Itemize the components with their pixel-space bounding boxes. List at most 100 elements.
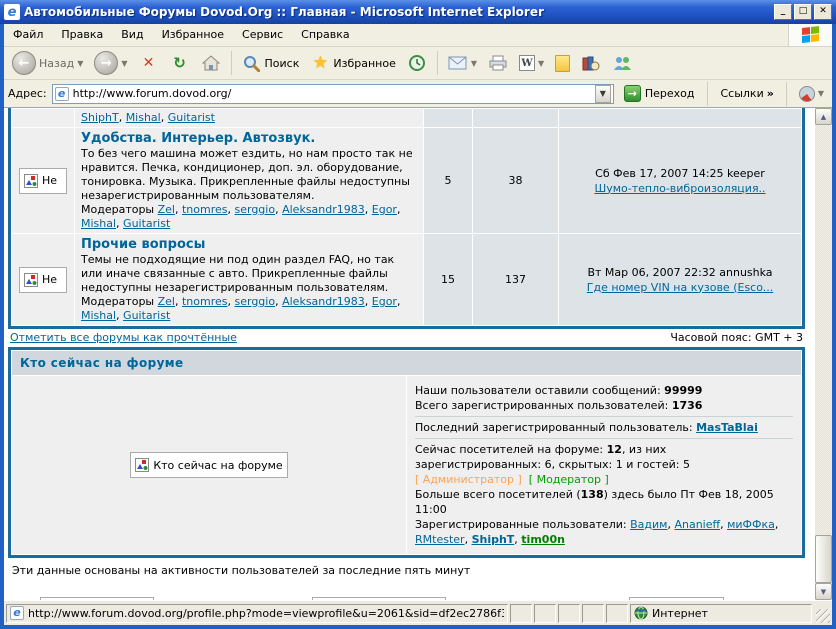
menu-help[interactable]: Справка — [292, 24, 358, 46]
mail-dropdown-icon[interactable]: ▼ — [471, 59, 477, 68]
research-button[interactable] — [577, 51, 605, 75]
moderator-link[interactable]: Guitarist — [123, 217, 170, 230]
moderator-link[interactable]: Mishal — [81, 309, 116, 322]
menu-favorites[interactable]: Избранное — [153, 24, 233, 46]
newest-user-group: Последний зарегистрированный пользовател… — [415, 416, 793, 438]
toolbar-separator — [231, 51, 232, 75]
resize-grip[interactable] — [816, 609, 830, 623]
go-button[interactable]: → Переход — [619, 84, 700, 103]
ie-app-icon: e — [4, 4, 20, 20]
minimize-button[interactable]: _ — [774, 4, 792, 20]
forum-description: То без чего машина может ездить, но нам … — [81, 147, 413, 202]
toolbar-separator — [437, 51, 438, 75]
scrollbar-thumb[interactable] — [815, 535, 832, 583]
menu-tools[interactable]: Сервис — [233, 24, 292, 46]
menu-edit[interactable]: Правка — [52, 24, 112, 46]
forum-title-link[interactable]: Прочие вопросы — [81, 237, 205, 252]
windows-flag-icon — [802, 26, 820, 44]
mail-icon — [448, 53, 468, 73]
forward-button[interactable]: → ▼ — [90, 49, 131, 77]
last-post-topic-link[interactable]: Где номер VIN на кузове (Esco... — [587, 281, 774, 294]
table-row-forum-other: Не Прочие вопросы Темы не подходящие ни … — [12, 234, 801, 325]
online-user-link[interactable]: Вадим — [630, 518, 667, 531]
print-icon — [488, 53, 508, 73]
who-is-online-broken-image: Кто сейчас на форуме — [130, 452, 287, 478]
moderator-link[interactable]: Guitarist — [123, 309, 170, 322]
maximize-button[interactable]: □ — [794, 4, 812, 20]
links-button[interactable]: Ссылки » — [716, 86, 777, 101]
moderator-link[interactable]: ShiphT — [81, 111, 119, 124]
online-user-link[interactable]: RMtester — [415, 533, 465, 546]
admin-legend[interactable]: [ Администратор ] — [415, 473, 522, 486]
last-post-time: Вт Мар 06, 2007 22:32 annushka — [587, 266, 772, 279]
forward-dropdown-icon[interactable]: ▼ — [121, 59, 127, 68]
online-user-link[interactable]: миФФка — [727, 518, 775, 531]
toolbar: ← Назад ▼ → ▼ ✕ ↻ Поиск ★ Избранное — [4, 47, 832, 80]
refresh-button[interactable]: ↻ — [166, 51, 194, 75]
menu-file[interactable]: Файл — [4, 24, 52, 46]
edit-with-word-button[interactable]: W ▼ — [515, 53, 548, 73]
moderator-link[interactable]: Aleksandr1983 — [282, 295, 365, 308]
newest-user-link[interactable]: MasTaBlai — [696, 421, 758, 434]
addressbar-separator — [786, 82, 787, 106]
moderator-link[interactable]: serggio — [235, 295, 276, 308]
scroll-down-button[interactable]: ▼ — [815, 583, 832, 600]
moderator-link[interactable]: Egor — [372, 295, 397, 308]
vertical-scrollbar[interactable]: ▲ ▼ — [815, 108, 832, 600]
scroll-up-button[interactable]: ▲ — [815, 108, 832, 125]
adobe-dropdown-icon[interactable]: ▼ — [818, 89, 824, 98]
moderator-link[interactable]: Zel — [158, 203, 175, 216]
search-button[interactable]: Поиск — [238, 51, 304, 75]
address-input[interactable]: e http://www.forum.dovod.org/ ▼ — [52, 84, 614, 104]
last-post-topic-link[interactable]: Шумо-тепло-виброизоляция.. — [594, 182, 765, 195]
posts-count: 137 — [473, 234, 558, 325]
discuss-button[interactable] — [551, 53, 574, 74]
messenger-button[interactable] — [608, 51, 636, 75]
table-row-forum-comfort: Не Удобства. Интерьер. Автозвук. То без … — [12, 128, 801, 233]
addressbar-separator — [707, 82, 708, 106]
history-button[interactable] — [403, 51, 431, 75]
stop-button[interactable]: ✕ — [135, 51, 163, 75]
adobe-pdf-button[interactable]: ▼ — [795, 84, 828, 104]
online-user-link[interactable]: Ananieff — [674, 518, 720, 531]
forum-title-link[interactable]: Удобства. Интерьер. Автозвук. — [81, 131, 315, 146]
links-chevron-icon[interactable]: » — [767, 87, 774, 100]
moderator-link[interactable]: Mishal — [126, 111, 161, 124]
forum-status-broken-image: Не — [19, 168, 67, 194]
stop-icon: ✕ — [139, 53, 159, 73]
mail-button[interactable]: ▼ — [444, 51, 481, 75]
online-user-link[interactable]: tim00n — [521, 533, 565, 546]
edit-dropdown-icon[interactable]: ▼ — [538, 59, 544, 68]
forum-page: ShiphT, Mishal, Guitarist Не Удобства — [4, 108, 815, 600]
who-is-online-box: Кто сейчас на форуме Кто сейчас на форум… — [8, 347, 805, 558]
back-button[interactable]: ← Назад ▼ — [8, 49, 87, 77]
moderator-link[interactable]: Guitarist — [168, 111, 215, 124]
favorites-star-icon: ★ — [310, 53, 330, 73]
online-count: 12 — [607, 443, 622, 456]
status-pane — [582, 604, 604, 623]
title-bar: e Автомобильные Форумы Dovod.Org :: Глав… — [0, 0, 836, 24]
page-ie-icon: e — [55, 87, 69, 101]
moderator-link[interactable]: serggio — [235, 203, 276, 216]
moderator-link[interactable]: tnomres — [182, 203, 228, 216]
close-button[interactable]: ✕ — [814, 4, 832, 20]
back-dropdown-icon[interactable]: ▼ — [77, 59, 83, 68]
menu-view[interactable]: Вид — [112, 24, 152, 46]
print-button[interactable] — [484, 51, 512, 75]
discuss-note-icon — [555, 55, 570, 72]
moderator-link[interactable]: tnomres — [182, 295, 228, 308]
moderator-link[interactable]: Mishal — [81, 217, 116, 230]
moderator-legend[interactable]: [ Модератор ] — [529, 473, 609, 486]
research-books-icon — [581, 53, 601, 73]
address-dropdown-icon[interactable]: ▼ — [595, 85, 611, 103]
favorites-button[interactable]: ★ Избранное — [306, 51, 399, 75]
online-user-link[interactable]: ShiphT — [472, 533, 515, 546]
home-button[interactable] — [197, 51, 225, 75]
legend-new-broken-image: Новые сообщения — [40, 597, 154, 600]
activity-note: Эти данные основаны на активности пользо… — [12, 564, 815, 577]
moderator-link[interactable]: Zel — [158, 295, 175, 308]
moderator-link[interactable]: Aleksandr1983 — [282, 203, 365, 216]
mark-read-row: Отметить все форумы как прочтённые Часов… — [8, 329, 805, 345]
mark-all-read-link[interactable]: Отметить все форумы как прочтённые — [10, 331, 237, 344]
moderator-link[interactable]: Egor — [372, 203, 397, 216]
